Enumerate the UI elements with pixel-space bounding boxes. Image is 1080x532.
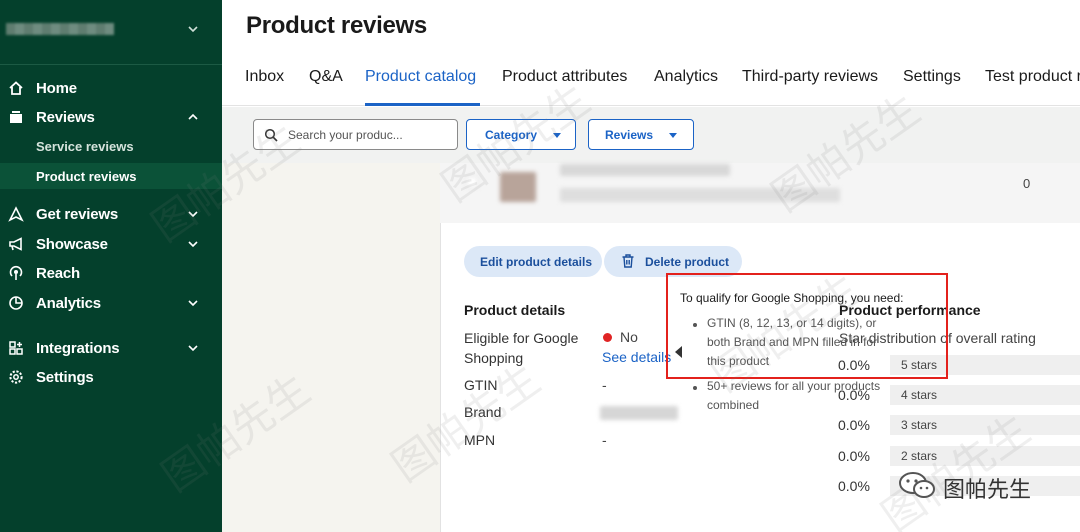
left-pane xyxy=(222,163,440,532)
chevron-down-icon xyxy=(186,296,200,310)
caret-down-icon xyxy=(553,133,561,138)
bar-label: 2 stars xyxy=(901,449,938,463)
wechat-icon xyxy=(897,470,937,500)
see-details-link[interactable]: See details xyxy=(602,349,671,365)
reviews-dropdown-label: Reviews xyxy=(605,128,654,142)
eligible-label: Eligible for Google Shopping xyxy=(464,330,579,366)
account-switcher[interactable] xyxy=(0,14,222,44)
home-icon xyxy=(8,80,24,96)
sidebar-item-get-reviews[interactable]: Get reviews xyxy=(0,199,222,229)
sidebar-item-analytics[interactable]: Analytics xyxy=(0,288,222,318)
tab-analytics[interactable]: Analytics xyxy=(654,68,718,86)
search-input[interactable] xyxy=(288,125,450,145)
sidebar-item-integrations[interactable]: Integrations xyxy=(0,333,222,363)
bar-label: 3 stars xyxy=(901,418,938,432)
active-tab-indicator xyxy=(365,103,480,106)
trash-icon xyxy=(620,253,636,269)
category-dropdown-label: Category xyxy=(485,128,538,142)
bullet xyxy=(693,386,697,390)
category-dropdown[interactable]: Category xyxy=(466,119,576,150)
sidebar-item-label: Analytics xyxy=(36,295,101,312)
bar-3-stars: 3 stars xyxy=(890,415,1080,435)
edit-product-label: Edit product details xyxy=(480,255,593,269)
filter-bar: Category Reviews xyxy=(222,107,1080,163)
highlight-box xyxy=(666,273,948,379)
gtin-label: GTIN xyxy=(464,377,498,393)
sidebar-subitem-label: Product reviews xyxy=(36,169,137,184)
chevron-up-icon xyxy=(186,110,200,124)
sidebar-item-label: Integrations xyxy=(36,340,120,357)
brand-label: Brand xyxy=(464,404,502,420)
tab-product-attributes[interactable]: Product attributes xyxy=(502,68,627,86)
gtin-value: - xyxy=(602,377,607,393)
sidebar-item-reach[interactable]: Reach xyxy=(0,258,222,288)
wechat-watermark: 图帕先生 xyxy=(897,468,1045,504)
review-count: 0 xyxy=(1023,176,1031,191)
row-checkbox[interactable] xyxy=(466,176,478,188)
gear-icon xyxy=(8,369,24,385)
search-box[interactable] xyxy=(253,119,458,150)
sidebar-item-label: Reach xyxy=(36,265,81,282)
sidebar-item-label: Reviews xyxy=(36,109,95,126)
pie-chart-icon xyxy=(8,295,24,311)
edit-product-button[interactable]: Edit product details xyxy=(464,246,602,277)
tab-test-product[interactable]: Test product r xyxy=(985,68,1080,86)
account-name-redacted xyxy=(6,23,114,35)
search-icon xyxy=(264,128,278,142)
tab-inbox[interactable]: Inbox xyxy=(245,68,284,86)
inbox-icon xyxy=(8,109,24,125)
sidebar-item-home[interactable]: Home xyxy=(0,73,222,103)
tab-third-party-reviews[interactable]: Third-party reviews xyxy=(742,68,878,86)
broadcast-icon xyxy=(8,265,24,281)
caret-down-icon xyxy=(669,133,677,138)
mpn-value: - xyxy=(602,432,607,448)
sidebar-item-settings[interactable]: Settings xyxy=(0,362,222,392)
tab-qa[interactable]: Q&A xyxy=(309,68,343,86)
pct-2-stars: 0.0% xyxy=(838,448,870,464)
chevron-down-icon xyxy=(186,207,200,221)
sidebar: Home Reviews Service reviews Product rev… xyxy=(0,0,222,532)
bar-2-stars: 2 stars xyxy=(890,446,1080,466)
sidebar-divider xyxy=(0,64,222,65)
sidebar-subitem-label: Service reviews xyxy=(36,139,134,154)
bar-4-stars: 4 stars xyxy=(890,385,1080,405)
status-dot-red xyxy=(603,333,612,342)
product-meta-redacted xyxy=(560,188,840,202)
product-thumbnail-redacted xyxy=(500,172,536,202)
sidebar-item-label: Settings xyxy=(36,369,94,386)
eligible-value: No xyxy=(620,329,638,345)
bar-label: 4 stars xyxy=(901,388,938,402)
reviews-dropdown[interactable]: Reviews xyxy=(588,119,694,150)
mpn-label: MPN xyxy=(464,432,496,448)
product-name-redacted xyxy=(560,164,730,176)
sidebar-item-reviews[interactable]: Reviews xyxy=(0,102,222,132)
wechat-account-name: 图帕先生 xyxy=(943,478,1032,503)
tab-product-catalog[interactable]: Product catalog xyxy=(365,68,476,86)
sidebar-item-label: Showcase xyxy=(36,236,108,253)
send-icon xyxy=(8,206,24,222)
sidebar-item-label: Get reviews xyxy=(36,206,119,223)
delete-product-label: Delete product xyxy=(645,255,730,269)
brand-value-redacted xyxy=(600,406,678,420)
grid-icon xyxy=(8,340,24,356)
chevron-down-icon xyxy=(186,22,200,36)
sidebar-subitem-service-reviews[interactable]: Service reviews xyxy=(0,133,222,159)
tooltip-item: 50+ reviews for all your products combin… xyxy=(707,379,881,412)
megaphone-icon xyxy=(8,236,24,252)
page-title: Product reviews xyxy=(246,12,427,39)
chevron-down-icon xyxy=(186,237,200,251)
sidebar-subitem-product-reviews[interactable]: Product reviews xyxy=(0,163,222,189)
tab-bar: Inbox Q&A Product catalog Product attrib… xyxy=(222,58,1080,106)
pct-3-stars: 0.0% xyxy=(838,417,870,433)
product-details-heading: Product details xyxy=(464,302,566,318)
tab-settings[interactable]: Settings xyxy=(903,68,961,86)
chevron-down-icon xyxy=(186,341,200,355)
pct-1-star: 0.0% xyxy=(838,478,870,494)
sidebar-item-showcase[interactable]: Showcase xyxy=(0,229,222,259)
sidebar-item-label: Home xyxy=(36,80,77,97)
